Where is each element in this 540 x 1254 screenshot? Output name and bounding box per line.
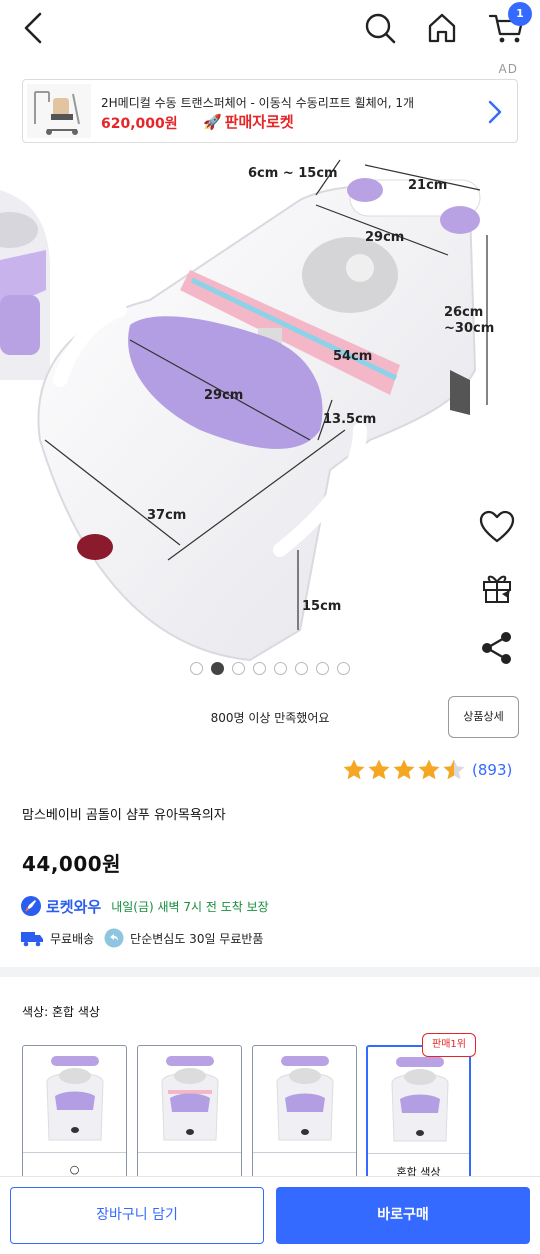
color-option-label: 색상: 혼합 색상 [22,1005,100,1019]
chevron-left-icon[interactable] [18,10,48,46]
rocket-icon [21,896,41,916]
rocket-delivery-row: 로켓와우 내일(금) 새벽 7시 전 도착 보장 [20,893,269,919]
chevron-right-icon [488,100,502,124]
return-policy-label: 단순변심도 30일 무료반품 [130,931,264,946]
section-divider [0,967,540,977]
option-label: ○ [69,1163,80,1176]
review-count[interactable]: (893) [472,761,512,779]
free-shipping-label: 무료배송 [50,931,95,946]
dimension-label: 54cm [333,349,372,364]
product-price: 44,000원 [22,852,122,876]
top-navigation-bar: 1 [0,0,540,60]
option-tile[interactable] [252,1045,357,1180]
option-tile[interactable] [137,1045,242,1180]
option-divider [138,1152,241,1153]
carousel-dot[interactable] [253,662,266,675]
carousel-dot[interactable] [232,662,245,675]
ad-seller-label: 판매자로켓 [224,113,294,131]
option-divider [23,1152,126,1153]
dimension-label: 6cm ~ 15cm [248,166,338,181]
star-full-icon [368,759,390,780]
carousel-dot[interactable] [190,662,203,675]
ad-product-thumbnail [27,84,91,138]
heart-icon[interactable] [478,508,516,546]
dimension-label: 13.5cm [323,412,376,427]
star-full-icon [343,759,365,780]
option-thumbnail [391,1057,449,1142]
carousel-dot-active[interactable] [211,662,224,675]
gift-icon[interactable] [480,570,514,604]
dimension-label: ~30cm [444,321,494,336]
share-icon[interactable] [480,630,514,666]
ad-seller-badge: 🚀 판매자로켓 [203,111,294,132]
dimension-label: 37cm [147,508,186,523]
star-full-icon [393,759,415,780]
option-tile-selected[interactable]: 혼합 색상 [366,1045,471,1180]
dimension-label: 29cm [365,230,404,245]
star-half-icon [443,759,465,780]
search-icon[interactable] [362,10,398,46]
return-icon [104,928,124,948]
image-carousel-dots [190,662,350,676]
option-divider [253,1152,356,1153]
option-thumbnail [46,1056,104,1141]
ad-label: AD [498,62,518,76]
ad-title: 2H메디컬 수동 트랜스퍼체어 - 이동식 수동리프트 휠체어, 1개 [101,96,415,110]
shipping-row: 무료배송 단순변심도 30일 무료반품 [20,926,263,950]
bottom-action-bar: 장바구니 담기 바로구매 [0,1176,540,1254]
rocket-icon: 🚀 [203,113,222,131]
truck-icon [21,932,43,947]
cart-count-badge: 1 [508,2,532,26]
dimension-label: 15cm [302,599,341,614]
dimension-label: 29cm [204,388,243,403]
dimension-label: 21cm [408,178,447,193]
buy-now-button[interactable]: 바로구매 [276,1187,530,1244]
star-full-icon [418,759,440,780]
option-thumbnail [161,1056,219,1141]
carousel-dot[interactable] [274,662,287,675]
add-to-cart-button[interactable]: 장바구니 담기 [10,1187,264,1244]
best-seller-badge: 판매1위 [422,1033,476,1057]
carousel-dot[interactable] [337,662,350,675]
arrival-guarantee: 내일(금) 새벽 7시 전 도착 보장 [111,899,269,914]
rating[interactable]: (893) [342,757,512,783]
product-detail-button[interactable]: 상품상세 [448,696,519,738]
option-tile[interactable]: ○ [22,1045,127,1180]
dimension-label: 26cm [444,305,483,320]
option-thumbnail [276,1056,334,1141]
carousel-dot[interactable] [295,662,308,675]
option-divider [368,1153,469,1154]
home-icon[interactable] [424,10,460,46]
ad-price: 620,000원 [101,116,178,132]
product-image[interactable]: 6cm ~ 15cm 21cm 29cm 26cm ~30cm 54cm 29c… [0,150,540,670]
rocket-wow-label: 로켓와우 [46,897,102,916]
product-title: 맘스베이비 곰돌이 샴푸 유아목욕의자 [22,808,226,823]
carousel-dot[interactable] [316,662,329,675]
ad-banner[interactable]: 2H메디컬 수동 트랜스퍼체어 - 이동식 수동리프트 휠체어, 1개 620,… [22,79,518,143]
